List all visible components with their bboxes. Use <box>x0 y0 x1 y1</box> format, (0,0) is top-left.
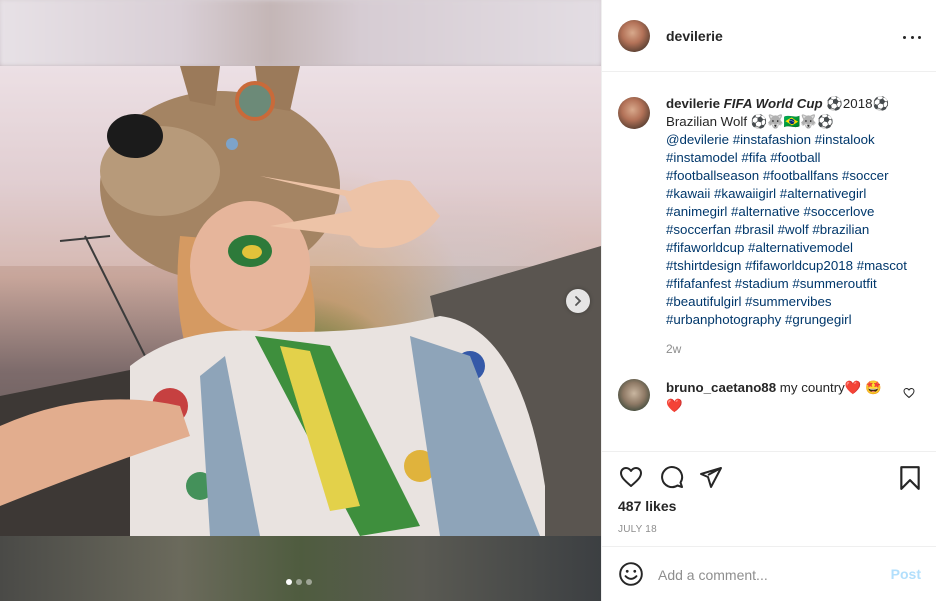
share-icon[interactable] <box>698 465 724 489</box>
more-dot-icon <box>910 35 914 39</box>
post-actions: 487 likes JULY 18 <box>602 451 936 546</box>
comment-text: bruno_caetano88 my country❤️ 🤩❤️ <box>666 379 886 415</box>
more-options-button[interactable] <box>903 28 921 46</box>
post-date[interactable]: JULY 18 <box>618 524 657 535</box>
post-header: devilerie <box>602 0 936 72</box>
author-avatar[interactable] <box>618 19 650 52</box>
post-media[interactable] <box>0 0 601 601</box>
bookmark-icon[interactable] <box>899 465 921 491</box>
carousel-indicator <box>286 579 312 585</box>
chevron-right-icon <box>575 296 582 306</box>
caption-username[interactable]: devilerie <box>666 96 720 111</box>
more-dot-icon <box>918 35 921 39</box>
post-caption: devilerie FIFA World Cup ⚽2018⚽ Brazilia… <box>618 73 921 358</box>
caption-title: FIFA World Cup <box>723 96 823 111</box>
post-side-panel: devilerie devilerie FIFA World Cup ⚽2018… <box>601 0 936 601</box>
caption-line1-rest: ⚽2018⚽ <box>822 96 890 111</box>
carousel-dot <box>296 579 302 585</box>
carousel-dot-active <box>286 579 292 585</box>
post-comment-button[interactable]: Post <box>891 566 921 582</box>
emoji-icon[interactable] <box>618 561 644 587</box>
carousel-next-button[interactable] <box>566 289 590 313</box>
likes-count[interactable]: 487 likes <box>618 498 676 514</box>
caption-hashtags[interactable]: @devilerie #instafashion #instalook #ins… <box>666 132 907 327</box>
add-comment-bar: Post <box>602 546 936 601</box>
media-blur-top <box>0 0 601 66</box>
comments-list[interactable]: devilerie FIFA World Cup ⚽2018⚽ Brazilia… <box>602 73 936 451</box>
caption-text: devilerie FIFA World Cup ⚽2018⚽ Brazilia… <box>666 95 913 358</box>
like-comment-heart-icon[interactable] <box>903 387 915 399</box>
caption-line2: Brazilian Wolf ⚽🐺🇧🇷🐺⚽ <box>666 114 834 129</box>
comment-input[interactable] <box>658 564 878 586</box>
commenter-avatar[interactable] <box>618 379 650 411</box>
post-photo[interactable] <box>0 66 601 536</box>
comment-icon[interactable] <box>659 465 685 489</box>
media-blur-bottom <box>0 536 601 601</box>
more-dot-icon <box>903 35 906 39</box>
author-username[interactable]: devilerie <box>666 28 723 44</box>
heart-icon[interactable] <box>618 465 644 489</box>
carousel-dot <box>306 579 312 585</box>
comment-item: bruno_caetano88 my country❤️ 🤩❤️ <box>618 379 921 415</box>
instagram-post: devilerie devilerie FIFA World Cup ⚽2018… <box>0 0 936 601</box>
caption-avatar[interactable] <box>618 97 650 129</box>
commenter-username[interactable]: bruno_caetano88 <box>666 380 776 395</box>
caption-timestamp[interactable]: 2w <box>666 340 913 358</box>
